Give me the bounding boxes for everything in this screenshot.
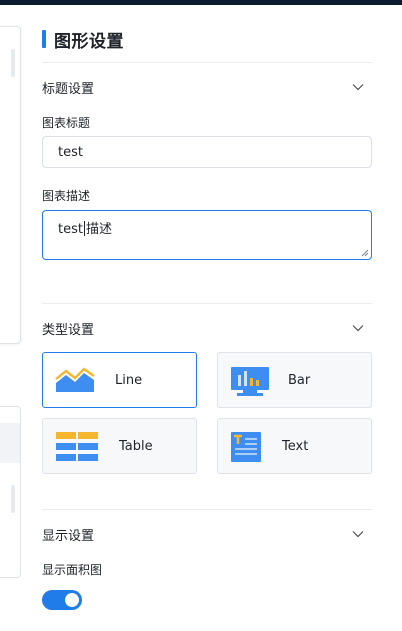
type-option-bar[interactable]: Bar — [217, 352, 372, 408]
section-display-settings[interactable]: 显示设置 — [42, 524, 372, 544]
section-display-settings-label: 显示设置 — [42, 528, 95, 544]
chevron-down-icon[interactable] — [350, 526, 366, 542]
bar-chart-icon — [231, 367, 269, 396]
title-accent-bar — [42, 30, 46, 48]
left-panel-band — [0, 423, 20, 463]
chevron-down-icon[interactable] — [350, 320, 366, 336]
type-option-table-label: Table — [119, 439, 153, 454]
divider — [42, 509, 372, 510]
type-option-table[interactable]: Table — [42, 418, 197, 474]
section-type-settings-label: 类型设置 — [42, 322, 95, 338]
area-chart-label: 显示面积图 — [42, 563, 103, 577]
left-panel-card-lower — [0, 406, 21, 578]
table-icon — [56, 432, 98, 461]
text-caret — [83, 221, 85, 236]
panel-title: 图形设置 — [42, 28, 124, 52]
chevron-down-icon[interactable] — [350, 79, 366, 95]
resize-handle-icon[interactable] — [361, 249, 369, 257]
chart-title-input[interactable]: test — [42, 136, 372, 168]
chart-desc-text-after: 描述 — [85, 222, 112, 237]
chart-desc-label: 图表描述 — [42, 189, 91, 203]
section-title-settings[interactable]: 标题设置 — [42, 77, 372, 97]
type-option-line[interactable]: Line — [42, 352, 197, 408]
section-title-settings-label: 标题设置 — [42, 81, 95, 97]
type-option-text-label: Text — [282, 439, 309, 454]
divider — [42, 62, 372, 63]
divider — [42, 303, 372, 304]
left-panel-card — [0, 26, 21, 344]
chart-desc-textarea[interactable]: test 描述 — [42, 210, 372, 260]
type-option-text[interactable]: Text — [217, 418, 372, 474]
chart-settings-panel: 图形设置 标题设置 图表标题 test 图表描述 test 描述 类型设置 Lin… — [42, 0, 372, 631]
type-option-line-label: Line — [115, 373, 143, 388]
line-chart-icon — [55, 367, 95, 392]
chart-title-label: 图表标题 — [42, 116, 91, 130]
chart-title-value: test — [58, 144, 83, 160]
left-panel-handle-lower — [11, 485, 15, 513]
left-panel-handle — [11, 49, 15, 77]
area-chart-toggle[interactable] — [42, 590, 82, 610]
type-option-bar-label: Bar — [288, 373, 311, 388]
text-icon — [231, 432, 261, 462]
section-type-settings[interactable]: 类型设置 — [42, 318, 372, 338]
toggle-knob — [65, 593, 79, 607]
panel-title-text: 图形设置 — [54, 31, 124, 52]
chart-desc-text-before: test — [58, 222, 83, 237]
